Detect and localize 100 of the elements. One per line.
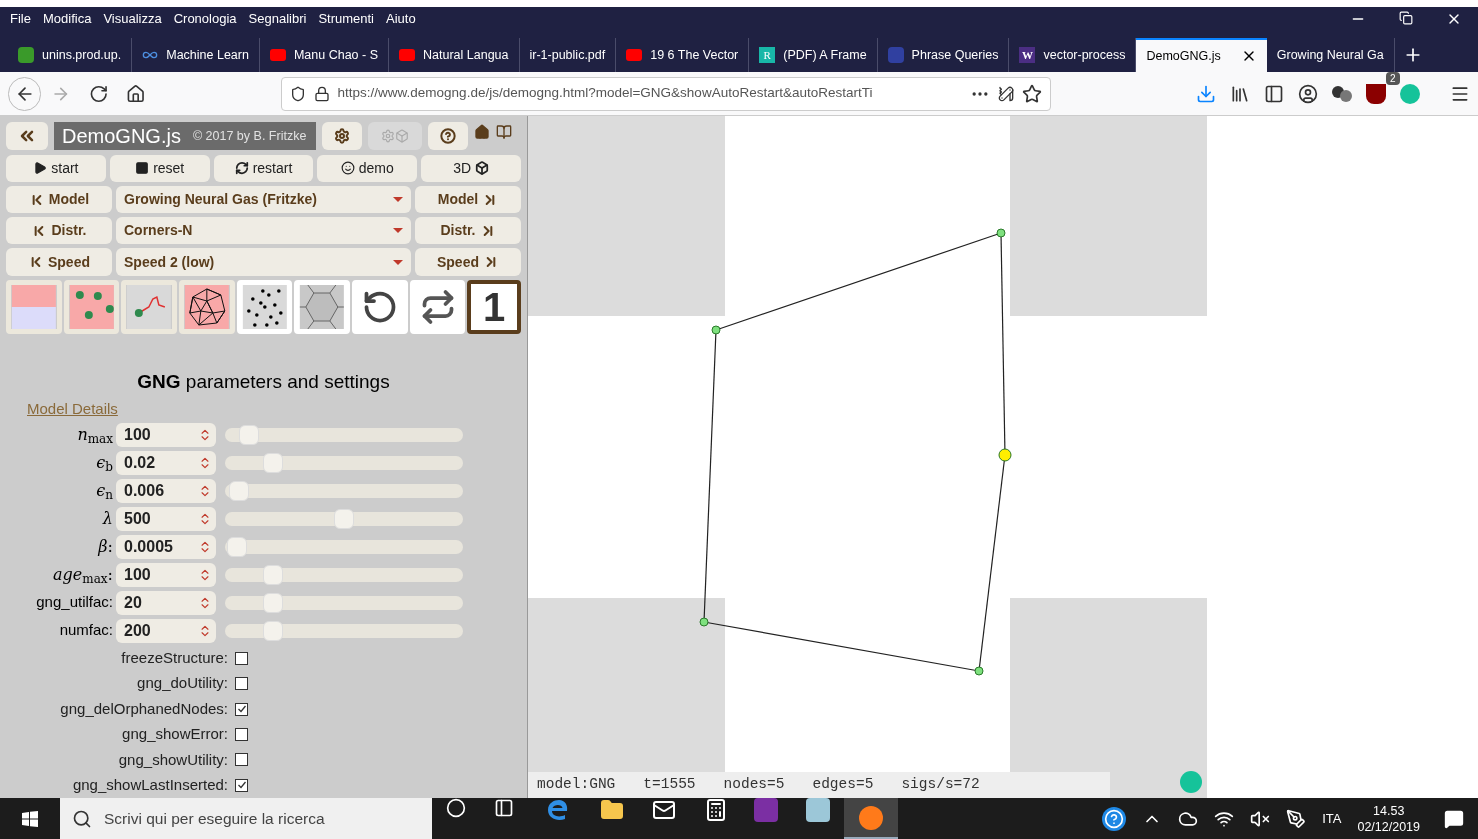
book-icon[interactable] bbox=[496, 124, 512, 140]
view-toggle[interactable] bbox=[121, 279, 177, 334]
checkbox[interactable] bbox=[235, 728, 248, 741]
menu-item[interactable]: Segnalibri bbox=[248, 9, 307, 29]
home-icon[interactable] bbox=[474, 124, 490, 140]
node-dot bbox=[998, 448, 1012, 462]
slider-thumb[interactable] bbox=[262, 564, 283, 585]
play-icon bbox=[33, 161, 48, 176]
lock-icon bbox=[313, 85, 330, 102]
letter-logo-icon: R bbox=[759, 47, 776, 63]
trail-icon bbox=[126, 284, 172, 329]
previous-button[interactable]: Model bbox=[6, 186, 112, 214]
tab-title: Growing Neural Ga bbox=[1276, 46, 1384, 64]
slider-thumb[interactable] bbox=[262, 452, 283, 473]
view-toggle[interactable]: 1 bbox=[467, 279, 522, 334]
action-button[interactable]: reset bbox=[109, 154, 210, 183]
action-button[interactable]: start bbox=[6, 154, 106, 183]
slider-thumb[interactable] bbox=[262, 620, 283, 641]
number-input[interactable]: 20 bbox=[116, 590, 216, 615]
help-icon bbox=[440, 127, 456, 144]
slider-thumb[interactable] bbox=[226, 536, 247, 557]
node-dot bbox=[974, 666, 984, 676]
action-button[interactable]: demo bbox=[317, 154, 418, 183]
refresh-icon bbox=[234, 161, 249, 176]
slider-thumb[interactable] bbox=[262, 592, 283, 613]
checkbox[interactable] bbox=[235, 702, 248, 716]
menu-item[interactable]: Cronologia bbox=[173, 9, 237, 29]
caret-icon bbox=[393, 259, 403, 265]
menu-item[interactable]: Visualizza bbox=[103, 9, 162, 29]
next-button[interactable]: Speed bbox=[415, 248, 521, 276]
parameter-label: n$_{max}$ bbox=[76, 423, 114, 447]
help-button[interactable] bbox=[428, 121, 468, 150]
bookmark-star-icon[interactable] bbox=[1022, 83, 1042, 104]
settings-button[interactable] bbox=[322, 121, 362, 150]
checkbox[interactable] bbox=[235, 753, 248, 767]
number-input[interactable]: 100 bbox=[116, 422, 216, 447]
checkbox[interactable] bbox=[235, 778, 248, 792]
account-icon[interactable] bbox=[1298, 83, 1318, 104]
slider-thumb[interactable] bbox=[238, 424, 259, 445]
home-icon[interactable] bbox=[126, 83, 146, 104]
dropdown[interactable]: Corners-N bbox=[116, 217, 411, 245]
tab-title: Machine Learn bbox=[166, 46, 249, 64]
address-bar[interactable]: https://www.demogng.de/js/demogng.html?model=GNG&showAutoRestart&autoRestartTi bbox=[280, 76, 1051, 111]
browser-swirl-icon[interactable] bbox=[546, 798, 570, 822]
language-indicator[interactable]: ITA bbox=[1322, 808, 1342, 829]
extension-shield-icon[interactable] bbox=[1366, 83, 1386, 104]
parameter-label: age$_{max}$: bbox=[52, 563, 114, 587]
browser-tab[interactable]: DemoGNG.js bbox=[1136, 38, 1267, 72]
previous-button[interactable]: Distr. bbox=[6, 217, 112, 245]
action-button[interactable]: restart bbox=[213, 154, 314, 183]
option-label: gng_doUtility: bbox=[136, 673, 229, 694]
clock-date: 02/12/2019 bbox=[1357, 818, 1420, 835]
mute-icon[interactable] bbox=[1250, 808, 1271, 829]
slider-thumb[interactable] bbox=[229, 480, 250, 501]
slider-thumb[interactable] bbox=[334, 508, 354, 529]
caret-icon bbox=[393, 228, 403, 234]
node-dot bbox=[699, 617, 709, 627]
number-input[interactable]: 0.02 bbox=[116, 450, 216, 475]
option-label: freezeStructure: bbox=[120, 648, 229, 669]
node-dot bbox=[996, 228, 1006, 238]
option-label: gng_showLastInserted: bbox=[71, 775, 229, 795]
tab-title: unins.prod.up. bbox=[42, 46, 122, 64]
action-button[interactable]: 3D bbox=[421, 154, 521, 183]
number-input[interactable]: 0.0005 bbox=[116, 534, 216, 559]
number-input[interactable]: 200 bbox=[116, 618, 216, 643]
balls-icon[interactable] bbox=[1332, 85, 1352, 102]
view-toggle[interactable] bbox=[63, 279, 120, 334]
previous-button[interactable]: Speed bbox=[6, 248, 112, 276]
menu-item[interactable]: Modifica bbox=[42, 9, 92, 29]
status-text: edges=5 bbox=[812, 775, 874, 795]
app-title: DemoGNG.js bbox=[62, 123, 181, 149]
help-icon[interactable] bbox=[1102, 806, 1127, 831]
menu-item[interactable]: File bbox=[10, 9, 31, 29]
scatter-icon bbox=[241, 284, 288, 329]
view-toggle[interactable] bbox=[179, 279, 235, 334]
next-button[interactable]: Model bbox=[415, 186, 521, 214]
checkbox[interactable] bbox=[235, 677, 248, 691]
search-field[interactable]: Scrivi qui per eseguire la ricerca bbox=[60, 798, 432, 839]
number-input[interactable]: 100 bbox=[116, 562, 216, 587]
menu-item[interactable]: Aiuto bbox=[386, 9, 416, 29]
number-input[interactable]: 0.006 bbox=[116, 478, 216, 503]
notifications-icon[interactable] bbox=[1444, 808, 1464, 829]
reload-icon[interactable] bbox=[88, 83, 109, 104]
restore-icon[interactable] bbox=[1399, 11, 1413, 25]
pen-icon[interactable] bbox=[1286, 808, 1307, 829]
status-text: nodes=5 bbox=[723, 775, 785, 795]
collapse-button[interactable] bbox=[6, 121, 48, 150]
tab-title: DemoGNG.js bbox=[1146, 47, 1221, 65]
dropdown[interactable]: Speed 2 (low) bbox=[116, 248, 411, 276]
view-toggle[interactable] bbox=[6, 279, 62, 334]
status-text: model:GNG bbox=[537, 775, 616, 795]
dropdown[interactable]: Growing Neural Gas (Fritzke) bbox=[116, 186, 411, 214]
split-color-icon bbox=[11, 284, 57, 329]
menu-item[interactable]: Strumenti bbox=[318, 9, 374, 29]
download-icon[interactable] bbox=[1196, 83, 1216, 104]
next-button[interactable]: Distr. bbox=[415, 217, 521, 245]
checkbox[interactable] bbox=[235, 651, 248, 665]
number-input[interactable]: 500 bbox=[116, 506, 216, 531]
sidebar-icon[interactable] bbox=[1264, 83, 1284, 104]
play-logo-icon bbox=[269, 49, 286, 61]
